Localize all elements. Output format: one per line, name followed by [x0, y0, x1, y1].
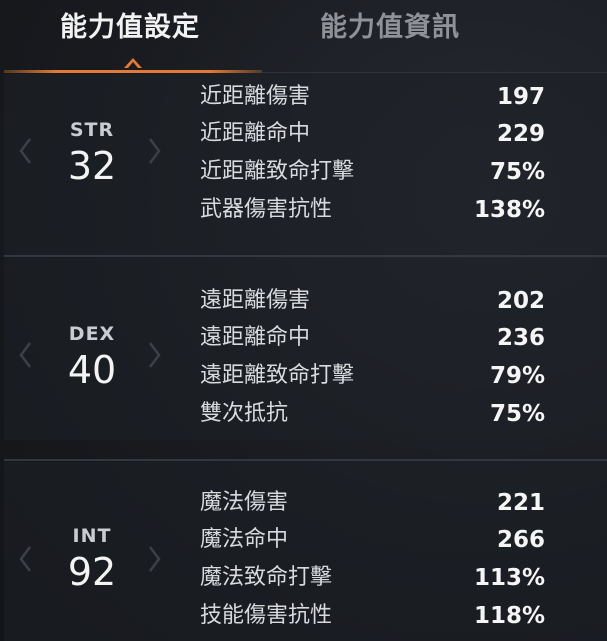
stat-row-label: 魔法致命打擊	[200, 565, 333, 590]
stat-row-label: 魔法傷害	[200, 490, 289, 515]
stat-row-label: 近距離致命打擊	[200, 159, 355, 184]
stat-section-dex: DEX 40 遠距離傷害 202 遠距離命中 236 遠距離致命打擊 79% 雙…	[4, 258, 607, 440]
stat-row: 近距離致命打擊 75%	[200, 154, 545, 190]
tab-ability-settings[interactable]: 能力值設定	[60, 8, 200, 48]
stat-row-label: 近距離傷害	[200, 84, 311, 109]
tab-bar: 能力值設定 能力值資訊	[0, 0, 607, 74]
stat-row: 遠距離傷害 202	[200, 283, 545, 319]
stat-row: 遠距離致命打擊 79%	[200, 358, 545, 394]
tab-divider-line	[262, 72, 607, 73]
stat-row-value: 221	[496, 490, 545, 516]
stat-block-int: INT 92	[4, 462, 194, 641]
ability-panel: 能力值設定 能力值資訊 STR 32 近距離傷害 197 近距離命中 229 近…	[0, 0, 607, 641]
stat-row-label: 近距離命中	[200, 121, 311, 146]
stat-block-str: STR 32	[4, 74, 194, 256]
stat-row: 魔法致命打擊 113%	[200, 560, 545, 596]
stat-row-value: 118%	[473, 603, 545, 629]
stat-row: 近距離命中 229	[200, 116, 545, 152]
stat-row-value: 138%	[473, 197, 545, 223]
stat-row-value: 236	[496, 325, 545, 351]
stat-block-dex: DEX 40	[4, 258, 194, 440]
stat-row: 雙次抵抗 75%	[200, 396, 545, 432]
stat-row-value: 197	[496, 84, 545, 110]
stat-row-label: 雙次抵抗	[200, 401, 289, 426]
stat-row-value: 75%	[489, 159, 545, 185]
stat-row: 遠距離命中 236	[200, 320, 545, 356]
stat-row-value: 202	[496, 288, 545, 314]
stat-row-value: 79%	[489, 363, 545, 389]
stat-row-label: 魔法命中	[200, 527, 289, 552]
section-divider	[4, 459, 607, 461]
stat-row: 武器傷害抗性 138%	[200, 192, 545, 228]
stat-row: 近距離傷害 197	[200, 79, 545, 115]
stat-row-label: 武器傷害抗性	[200, 197, 333, 222]
stat-row-value: 266	[496, 527, 545, 553]
stat-row-label: 遠距離命中	[200, 325, 311, 350]
active-tab-marker	[124, 58, 142, 68]
stat-row-value: 229	[496, 121, 545, 147]
tab-ability-info[interactable]: 能力值資訊	[320, 8, 460, 48]
stat-row-label: 遠距離致命打擊	[200, 363, 355, 388]
stat-row: 技能傷害抗性 118%	[200, 598, 545, 634]
stat-row-label: 遠距離傷害	[200, 288, 311, 313]
stat-row: 魔法傷害 221	[200, 485, 545, 521]
chevron-right-icon[interactable]	[148, 544, 162, 574]
section-divider	[4, 255, 607, 257]
stat-section-str: STR 32 近距離傷害 197 近距離命中 229 近距離致命打擊 75% 武…	[4, 74, 607, 256]
chevron-right-icon[interactable]	[148, 340, 162, 370]
stat-row-value: 113%	[473, 565, 545, 591]
stat-row-label: 技能傷害抗性	[200, 603, 333, 628]
stat-row-value: 75%	[489, 401, 545, 427]
chevron-right-icon[interactable]	[148, 136, 162, 166]
stat-row: 魔法命中 266	[200, 522, 545, 558]
stat-section-int: INT 92 魔法傷害 221 魔法命中 266 魔法致命打擊 113% 技能傷…	[4, 462, 607, 641]
active-tab-underline	[4, 70, 262, 73]
